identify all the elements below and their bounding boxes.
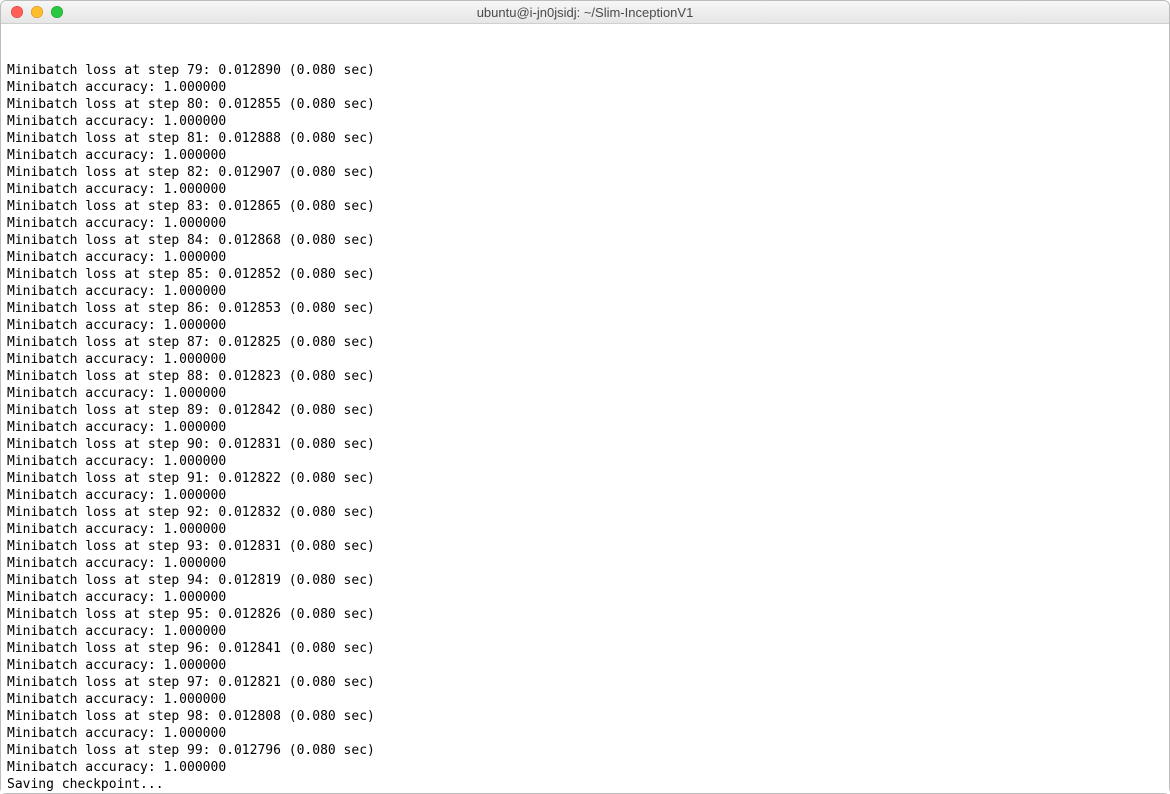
zoom-icon[interactable] (51, 6, 63, 18)
terminal-line: Minibatch loss at step 98: 0.012808 (0.0… (7, 708, 1163, 725)
terminal-window: ubuntu@i-jn0jsidj: ~/Slim-InceptionV1 Mi… (0, 0, 1170, 794)
terminal-line: Minibatch loss at step 97: 0.012821 (0.0… (7, 674, 1163, 691)
terminal-line: Minibatch loss at step 81: 0.012888 (0.0… (7, 130, 1163, 147)
terminal-line: Minibatch loss at step 94: 0.012819 (0.0… (7, 572, 1163, 589)
terminal-line: Minibatch loss at step 95: 0.012826 (0.0… (7, 606, 1163, 623)
terminal-output[interactable]: Minibatch loss at step 79: 0.012890 (0.0… (1, 24, 1169, 793)
terminal-line: Minibatch loss at step 87: 0.012825 (0.0… (7, 334, 1163, 351)
minimize-icon[interactable] (31, 6, 43, 18)
terminal-line: Minibatch accuracy: 1.000000 (7, 725, 1163, 742)
traffic-lights (1, 6, 63, 18)
titlebar: ubuntu@i-jn0jsidj: ~/Slim-InceptionV1 (1, 1, 1169, 24)
terminal-line: Minibatch loss at step 82: 0.012907 (0.0… (7, 164, 1163, 181)
terminal-line: Minibatch loss at step 89: 0.012842 (0.0… (7, 402, 1163, 419)
terminal-line: Minibatch accuracy: 1.000000 (7, 487, 1163, 504)
terminal-line: Minibatch loss at step 96: 0.012841 (0.0… (7, 640, 1163, 657)
terminal-line: Minibatch accuracy: 1.000000 (7, 249, 1163, 266)
terminal-line: Saving checkpoint... (7, 776, 1163, 793)
terminal-line: Minibatch loss at step 84: 0.012868 (0.0… (7, 232, 1163, 249)
terminal-line: Minibatch accuracy: 1.000000 (7, 589, 1163, 606)
terminal-line: Minibatch accuracy: 1.000000 (7, 691, 1163, 708)
terminal-line: Minibatch accuracy: 1.000000 (7, 521, 1163, 538)
terminal-line: Minibatch loss at step 91: 0.012822 (0.0… (7, 470, 1163, 487)
terminal-lines: Minibatch loss at step 79: 0.012890 (0.0… (7, 62, 1163, 793)
terminal-line: Minibatch accuracy: 1.000000 (7, 759, 1163, 776)
terminal-line: Minibatch loss at step 85: 0.012852 (0.0… (7, 266, 1163, 283)
terminal-line: Minibatch accuracy: 1.000000 (7, 623, 1163, 640)
terminal-line: Minibatch loss at step 99: 0.012796 (0.0… (7, 742, 1163, 759)
terminal-line: Minibatch loss at step 79: 0.012890 (0.0… (7, 62, 1163, 79)
terminal-line: Minibatch accuracy: 1.000000 (7, 385, 1163, 402)
terminal-line: Minibatch loss at step 92: 0.012832 (0.0… (7, 504, 1163, 521)
terminal-line: Minibatch accuracy: 1.000000 (7, 419, 1163, 436)
terminal-line: Minibatch accuracy: 1.000000 (7, 555, 1163, 572)
terminal-line: Minibatch accuracy: 1.000000 (7, 181, 1163, 198)
window-title: ubuntu@i-jn0jsidj: ~/Slim-InceptionV1 (1, 5, 1169, 20)
terminal-line: Minibatch accuracy: 1.000000 (7, 657, 1163, 674)
terminal-line: Minibatch accuracy: 1.000000 (7, 79, 1163, 96)
close-icon[interactable] (11, 6, 23, 18)
terminal-line: Minibatch loss at step 86: 0.012853 (0.0… (7, 300, 1163, 317)
terminal-line: Minibatch accuracy: 1.000000 (7, 147, 1163, 164)
terminal-line: Minibatch accuracy: 1.000000 (7, 453, 1163, 470)
terminal-line: Minibatch loss at step 93: 0.012831 (0.0… (7, 538, 1163, 555)
terminal-line: Minibatch accuracy: 1.000000 (7, 351, 1163, 368)
terminal-line: Minibatch loss at step 88: 0.012823 (0.0… (7, 368, 1163, 385)
terminal-line: Minibatch accuracy: 1.000000 (7, 113, 1163, 130)
terminal-line: Minibatch loss at step 90: 0.012831 (0.0… (7, 436, 1163, 453)
terminal-line: Minibatch loss at step 80: 0.012855 (0.0… (7, 96, 1163, 113)
terminal-line: Minibatch accuracy: 1.000000 (7, 283, 1163, 300)
terminal-line: Minibatch loss at step 83: 0.012865 (0.0… (7, 198, 1163, 215)
terminal-line: Minibatch accuracy: 1.000000 (7, 317, 1163, 334)
terminal-line: Minibatch accuracy: 1.000000 (7, 215, 1163, 232)
